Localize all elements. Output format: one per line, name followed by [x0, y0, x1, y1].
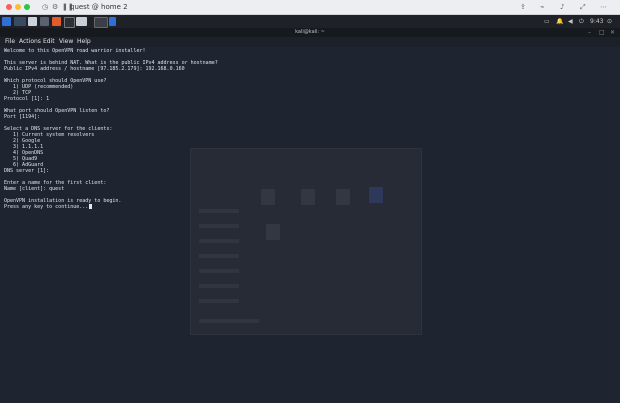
workspace-1-icon[interactable] — [14, 17, 26, 26]
vm-fullscreen-icon[interactable]: ⤢ — [580, 2, 586, 12]
workspace-2-icon[interactable] — [28, 17, 37, 26]
file-manager-icon[interactable] — [40, 17, 49, 26]
blue-app-icon[interactable] — [109, 17, 116, 26]
terminal-window-icon[interactable] — [94, 17, 108, 28]
minimize-window-button[interactable] — [15, 4, 21, 10]
maximize-icon[interactable]: □ — [599, 29, 605, 36]
close-window-button[interactable] — [6, 4, 12, 10]
menu-file[interactable]: File — [5, 38, 15, 46]
close-icon[interactable]: ✕ — [610, 29, 615, 36]
vm-window-title: quest @ home 2 — [70, 3, 128, 11]
notes-icon[interactable] — [76, 17, 87, 26]
terminal-title: kali@kali: ~ — [295, 29, 325, 35]
vm-settings-icon[interactable]: ⚙ — [52, 2, 58, 12]
power-icon[interactable]: ⏻ — [579, 17, 584, 26]
kali-menu-icon[interactable] — [2, 17, 11, 26]
vm-audio-icon[interactable]: ♪ — [560, 2, 564, 12]
terminal-icon[interactable] — [64, 17, 75, 28]
bell-icon[interactable]: 🔔 — [556, 17, 563, 26]
vm-usb-icon[interactable]: ⌁ — [540, 2, 544, 12]
lock-icon[interactable]: ⊙ — [607, 17, 612, 26]
menu-actions[interactable]: Actions — [19, 38, 41, 46]
vm-more-icon[interactable]: ⋯ — [600, 2, 607, 12]
menu-view[interactable]: View — [59, 38, 73, 46]
zoom-window-button[interactable] — [24, 4, 30, 10]
vm-share-icon[interactable]: ⇪ — [520, 2, 526, 12]
terminal-line: Press any key to continue... — [4, 204, 604, 210]
minimize-icon[interactable]: – — [588, 29, 591, 36]
panel-clock: 9:43 — [590, 18, 604, 25]
terminal-titlebar: kali@kali: ~ – □ ✕ — [0, 28, 620, 37]
kali-top-panel: ▭ 🔔 ◀ ⏻ 9:43 ⊙ — [0, 15, 620, 29]
terminal-menubar: File Actions Edit View Help — [0, 37, 620, 47]
terminal-window[interactable]: kali@kali: ~ – □ ✕ File Actions Edit Vie… — [0, 28, 620, 403]
terminal-output[interactable]: Welcome to this OpenVPN road warrior ins… — [4, 48, 604, 398]
volume-icon[interactable]: ◀ — [568, 17, 573, 26]
display-icon[interactable]: ▭ — [544, 17, 550, 26]
menu-edit[interactable]: Edit — [43, 38, 55, 46]
vm-snapshot-icon[interactable]: ◷ — [42, 2, 48, 12]
menu-help[interactable]: Help — [77, 38, 91, 46]
vm-titlebar: ◷ ⚙ ❚❚ quest @ home 2 ⇪ ⌁ ♪ ⤢ ⋯ — [0, 0, 620, 15]
text-cursor — [89, 204, 93, 209]
firefox-icon[interactable] — [52, 17, 61, 26]
